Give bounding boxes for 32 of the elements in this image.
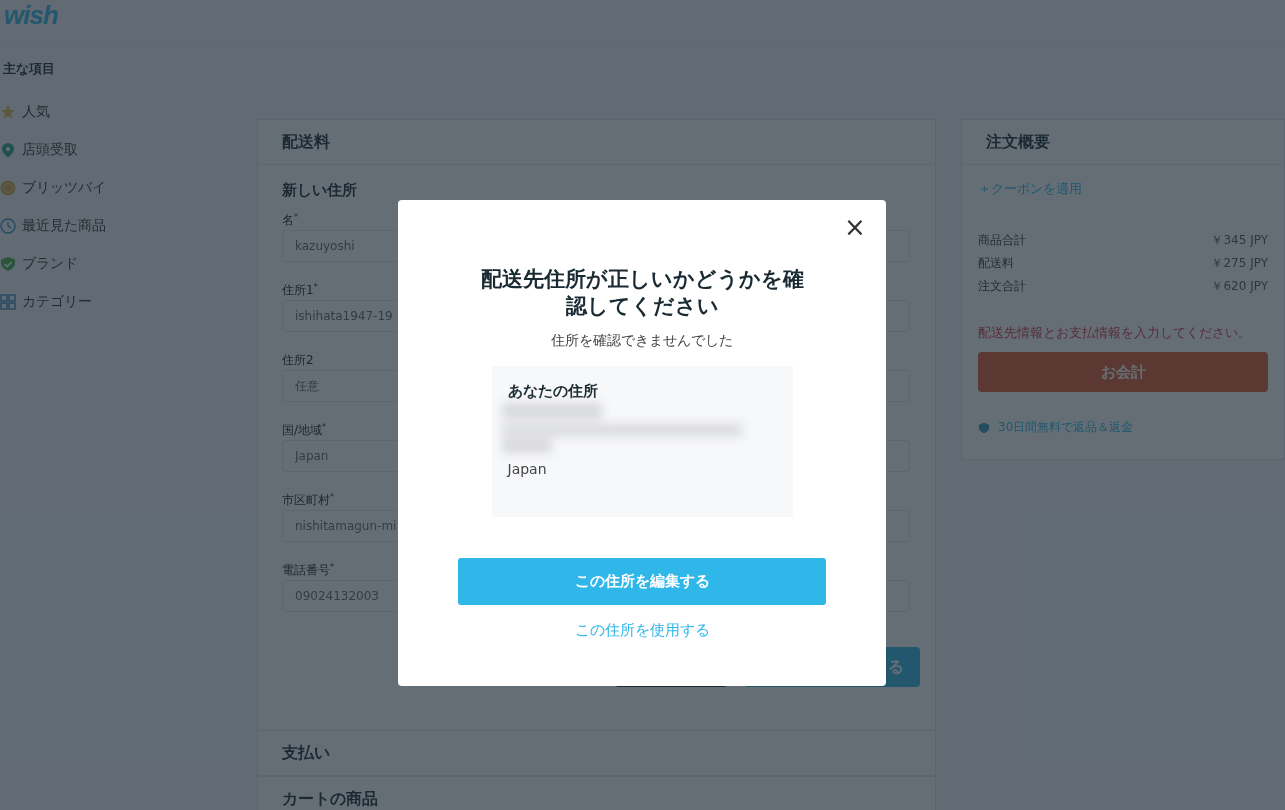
field-label: 国/地域$^{*}$ (282, 422, 327, 438)
field-label: 住所2 (282, 352, 314, 368)
star-icon (0, 104, 16, 120)
field-label: 市区町村$^{*}$ (282, 492, 334, 508)
wish-logo[interactable]: wish (4, 0, 58, 30)
address-country: Japan (507, 461, 548, 477)
panel-title: 注文概要 (962, 120, 1284, 165)
dialog-title: 配送先住所が正しいかどうかを確認してください (479, 266, 805, 320)
summary-label: 配送料 (978, 255, 1014, 272)
close-button[interactable]: × (842, 214, 868, 240)
guarantee-link[interactable]: 30日間無料で返品＆返金 (998, 419, 1134, 436)
form-title: 新しい住所 (282, 181, 358, 201)
edit-address-button[interactable]: この住所を編集する (458, 558, 826, 605)
shield-icon (978, 421, 990, 434)
dialog-subtitle: 住所を確認できませんでした (551, 332, 733, 350)
checkout-button[interactable]: お会計 (978, 352, 1268, 392)
sidebar-heading: 主な項目 (2, 60, 56, 78)
address-heading: あなたの住所 (507, 382, 599, 401)
panel-title: カートの商品 (258, 777, 935, 810)
field-label: 名$^{*}$ (282, 212, 298, 228)
sidebar-item[interactable]: カテゴリー (0, 283, 257, 321)
clock-icon (0, 218, 16, 234)
coin-icon (0, 180, 16, 196)
use-address-link[interactable]: この住所を使用する (574, 621, 710, 640)
grid-icon (0, 294, 16, 310)
panel-title: 配送料 (258, 120, 935, 165)
field-label: 電話番号$^{*}$ (282, 562, 334, 578)
warning-text: 配送先情報とお支払情報を入力してください。 (978, 324, 1252, 342)
shield-check-icon (0, 256, 16, 272)
map-pin-icon (0, 142, 16, 158)
sidebar-item[interactable]: 最近見た商品 (0, 207, 257, 245)
field-label: 住所1$^{*}$ (282, 282, 318, 298)
